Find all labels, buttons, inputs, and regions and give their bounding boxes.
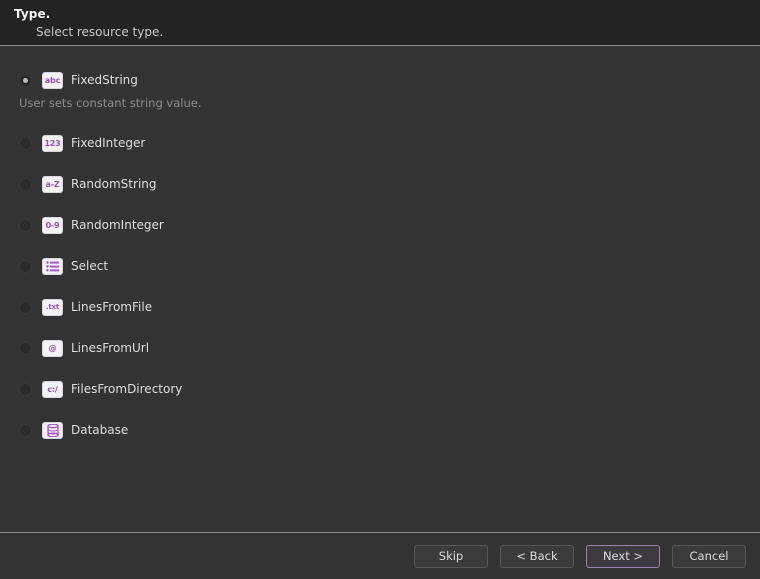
resource-type-option-fixedinteger[interactable]: 123 FixedInteger [0,133,760,153]
option-label: FixedString [71,72,138,87]
option-label: Database [71,422,129,437]
page-subtitle: Select resource type. [36,25,164,39]
at-sign-icon: @ [43,340,62,356]
resource-type-option-filesfromdirectory[interactable]: c:/ FilesFromDirectory [0,379,760,399]
directory-icon: c:/ [43,381,62,397]
radio-button[interactable] [19,341,32,355]
option-label: RandomInteger [71,217,164,232]
wizard-header: Type. Select resource type. [0,0,760,46]
resource-type-option-select[interactable]: Select [0,256,760,276]
page-title: Type. [14,7,51,21]
resource-type-wizard: Type. Select resource type. abc FixedStri… [0,0,760,579]
skip-button[interactable]: Skip [414,544,488,568]
cancel-button[interactable]: Cancel [672,544,746,568]
123-icon: 123 [43,135,62,151]
radio-button[interactable] [19,136,32,150]
resource-type-radio-group[interactable]: abc FixedString User sets constant string … [0,70,760,440]
option-label: LinesFromUrl [71,340,150,355]
footer-button-bar: Skip < Back Next > Cancel [414,544,746,568]
abc-icon: abc [43,72,62,88]
back-button[interactable]: < Back [500,544,574,568]
icon-glyph-text: a-Z [45,179,60,189]
database-icon [43,422,62,438]
icon-glyph-text: c:/ [47,384,58,394]
icon-glyph-text: 123 [44,138,61,148]
radio-button[interactable] [19,423,32,437]
resource-type-option-linesfromfile[interactable]: .txt LinesFromFile [0,297,760,317]
resource-type-option-linesfromurl[interactable]: @ LinesFromUrl [0,338,760,358]
icon-glyph-text: @ [48,343,57,353]
option-label: FilesFromDirectory [71,381,183,396]
0-9-icon: 0-9 [43,217,62,233]
wizard-body: abc FixedString User sets constant string … [0,46,760,532]
option-label: Select [71,258,109,273]
radio-button[interactable] [19,382,32,396]
radio-button[interactable] [19,259,32,273]
resource-type-option-randominteger[interactable]: 0-9 RandomInteger [0,215,760,235]
option-label: LinesFromFile [71,299,153,314]
radio-button[interactable] [19,300,32,314]
radio-button[interactable] [19,177,32,191]
icon-glyph-text: 0-9 [45,220,60,230]
wizard-footer: Skip < Back Next > Cancel [0,532,760,579]
icon-glyph-text: .txt [45,302,60,311]
resource-type-option-fixedstring[interactable]: abc FixedString [0,70,760,90]
next-button[interactable]: Next > [586,544,660,568]
radio-button[interactable] [19,73,32,87]
a-z-icon: a-Z [43,176,62,192]
radio-button[interactable] [19,218,32,232]
option-label: FixedInteger [71,135,146,150]
resource-type-option-database[interactable]: Database [0,420,760,440]
icon-glyph-text: abc [44,75,61,85]
option-description: User sets constant string value. [19,96,202,110]
resource-type-option-randomstring[interactable]: a-Z RandomString [0,174,760,194]
option-label: RandomString [71,176,157,191]
txt-file-icon: .txt [43,299,62,315]
list-icon [43,258,62,274]
